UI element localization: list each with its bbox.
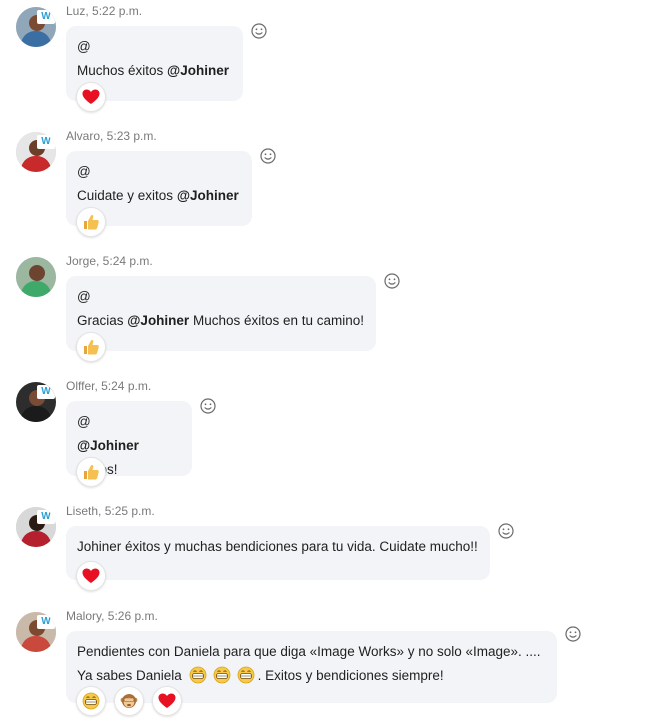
add-reaction-icon[interactable] xyxy=(259,147,277,165)
monkey-reaction[interactable] xyxy=(114,686,144,716)
message: W Alvaro, 5:23 p.m. @ Cuidate y exitos @… xyxy=(0,129,671,249)
add-reaction-icon[interactable] xyxy=(383,272,401,290)
mention[interactable]: @Johiner xyxy=(77,438,139,453)
avatar[interactable]: W xyxy=(16,382,56,422)
avatar[interactable]: W xyxy=(16,7,56,47)
message-text: Ya sabes Daniela . Exitos y bendiciones … xyxy=(77,666,444,684)
add-reaction-icon[interactable] xyxy=(199,397,217,415)
message-meta: Olffer, 5:24 p.m. xyxy=(66,379,152,393)
heart-reaction[interactable] xyxy=(152,686,182,716)
message-meta: Alvaro, 5:23 p.m. xyxy=(66,129,157,143)
avatar[interactable] xyxy=(16,257,56,297)
avatar[interactable]: W xyxy=(16,132,56,172)
mention-at: @ xyxy=(77,414,91,429)
thumbs-up-icon xyxy=(82,213,100,231)
message-meta: Jorge, 5:24 p.m. xyxy=(66,254,153,268)
add-reaction-icon[interactable] xyxy=(250,22,268,40)
grin-emoji-icon xyxy=(213,666,231,684)
heart-reaction[interactable] xyxy=(76,561,106,591)
message-text: Pendientes con Daniela para que diga «Im… xyxy=(77,644,541,659)
add-reaction-icon[interactable] xyxy=(564,625,582,643)
message-text: Cuidate y exitos @Johiner xyxy=(77,188,239,203)
message-text: Muchos éxitos @Johiner xyxy=(77,63,229,78)
message-bubble[interactable]: @ Gracias @Johiner Muchos éxitos en tu c… xyxy=(66,276,376,351)
grin-emoji-icon xyxy=(189,666,207,684)
logo-icon: W xyxy=(37,10,55,24)
thumbs-up-reaction[interactable] xyxy=(76,207,106,237)
message: W Olffer, 5:24 p.m. @ @Johiner Exitos! xyxy=(0,379,671,499)
monkey-icon xyxy=(120,692,138,710)
mention[interactable]: @Johiner xyxy=(127,313,189,328)
thumbs-up-reaction[interactable] xyxy=(76,332,106,362)
thumbs-up-reaction[interactable] xyxy=(76,457,106,487)
message: W Malory, 5:26 p.m. Pendientes con Danie… xyxy=(0,609,671,722)
logo-icon: W xyxy=(37,385,55,399)
mention-at: @ xyxy=(77,164,91,179)
message: W Luz, 5:22 p.m. @ Muchos éxitos @Johine… xyxy=(0,4,671,124)
message: Jorge, 5:24 p.m. @ Gracias @Johiner Much… xyxy=(0,254,671,374)
mention[interactable]: @Johiner xyxy=(167,63,229,78)
grin-emoji-icon xyxy=(237,666,255,684)
avatar[interactable]: W xyxy=(16,612,56,652)
message-bubble[interactable]: Johiner éxitos y muchas bendiciones para… xyxy=(66,526,490,580)
thumbs-up-icon xyxy=(82,338,100,356)
logo-icon: W xyxy=(37,135,55,149)
thumbs-up-icon xyxy=(82,463,100,481)
logo-icon: W xyxy=(37,615,55,629)
avatar[interactable]: W xyxy=(16,507,56,547)
laugh-reaction[interactable] xyxy=(76,686,106,716)
message-meta: Malory, 5:26 p.m. xyxy=(66,609,158,623)
message: W Liseth, 5:25 p.m. Johiner éxitos y muc… xyxy=(0,504,671,599)
heart-icon xyxy=(82,89,100,105)
mention-at: @ xyxy=(77,289,91,304)
message-meta: Luz, 5:22 p.m. xyxy=(66,4,143,18)
message-meta: Liseth, 5:25 p.m. xyxy=(66,504,155,518)
heart-icon xyxy=(158,693,176,709)
laugh-icon xyxy=(82,692,100,710)
heart-icon xyxy=(82,568,100,584)
mention[interactable]: @Johiner xyxy=(177,188,239,203)
message-text: Johiner éxitos y muchas bendiciones para… xyxy=(77,539,478,554)
mention-at: @ xyxy=(77,39,91,54)
heart-reaction[interactable] xyxy=(76,82,106,112)
logo-icon: W xyxy=(37,510,55,524)
message-text: Gracias @Johiner Muchos éxitos en tu cam… xyxy=(77,313,365,328)
add-reaction-icon[interactable] xyxy=(497,522,515,540)
